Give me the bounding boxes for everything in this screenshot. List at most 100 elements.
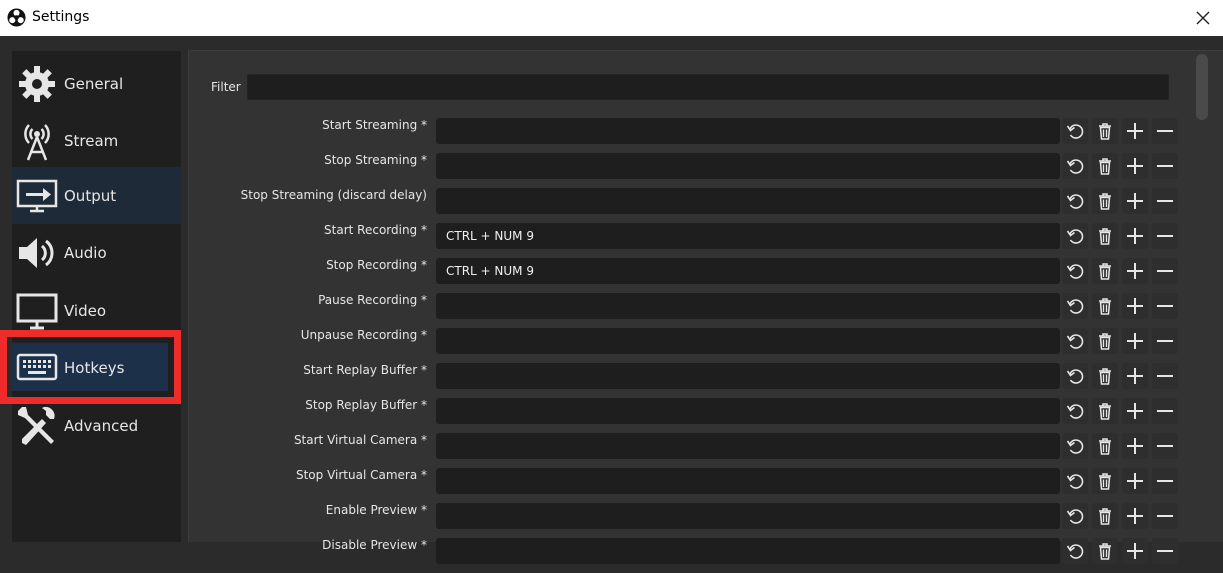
output-icon — [16, 179, 58, 213]
hotkey-label: Stop Streaming * — [324, 153, 427, 167]
clear-button[interactable] — [1092, 188, 1118, 214]
trash-icon — [1099, 473, 1111, 490]
remove-button[interactable] — [1152, 328, 1178, 354]
revert-button[interactable] — [1062, 503, 1088, 529]
add-button[interactable] — [1122, 328, 1148, 354]
add-button[interactable] — [1122, 153, 1148, 179]
sidebar-item-stream[interactable]: Stream — [12, 112, 181, 169]
remove-button[interactable] — [1152, 468, 1178, 494]
hotkey-input[interactable] — [436, 468, 1060, 494]
revert-icon — [1066, 229, 1084, 244]
revert-button[interactable] — [1062, 363, 1088, 389]
plus-icon — [1127, 158, 1143, 174]
sidebar-item-label: Output — [64, 187, 117, 205]
hotkey-label: Stop Recording * — [326, 258, 427, 272]
plus-icon — [1127, 228, 1143, 244]
remove-button[interactable] — [1152, 503, 1178, 529]
add-button[interactable] — [1122, 258, 1148, 284]
sidebar-item-label: Stream — [64, 132, 119, 150]
revert-button[interactable] — [1062, 468, 1088, 494]
revert-button[interactable] — [1062, 398, 1088, 424]
sidebar-item-audio[interactable]: Audio — [12, 224, 181, 281]
hotkey-label: Stop Replay Buffer * — [305, 398, 427, 412]
trash-icon — [1099, 543, 1111, 560]
minus-icon — [1157, 410, 1173, 412]
hotkey-input[interactable] — [436, 398, 1060, 424]
hotkey-input[interactable] — [436, 153, 1060, 179]
remove-button[interactable] — [1152, 188, 1178, 214]
remove-button[interactable] — [1152, 118, 1178, 144]
sidebar-item-label: Video — [64, 302, 107, 320]
trash-icon — [1099, 158, 1111, 175]
clear-button[interactable] — [1092, 258, 1118, 284]
sidebar-item-advanced[interactable]: Advanced — [12, 397, 181, 454]
remove-button[interactable] — [1152, 363, 1178, 389]
sidebar-item-general[interactable]: General — [12, 55, 181, 112]
plus-icon — [1127, 123, 1143, 139]
hotkey-input[interactable]: CTRL + NUM 9 — [436, 258, 1060, 284]
clear-button[interactable] — [1092, 398, 1118, 424]
remove-button[interactable] — [1152, 433, 1178, 459]
revert-button[interactable] — [1062, 258, 1088, 284]
hotkey-row: Stop Streaming * — [188, 153, 1188, 188]
hotkey-input[interactable] — [436, 118, 1060, 144]
antenna-icon — [24, 124, 50, 161]
revert-button[interactable] — [1062, 153, 1088, 179]
revert-button[interactable] — [1062, 223, 1088, 249]
remove-button[interactable] — [1152, 293, 1178, 319]
add-button[interactable] — [1122, 118, 1148, 144]
hotkey-input[interactable] — [436, 433, 1060, 459]
hotkey-label: Start Replay Buffer * — [303, 363, 427, 377]
hotkey-row: Start Replay Buffer * — [188, 363, 1188, 398]
hotkey-label: Disable Preview * — [322, 538, 427, 552]
clear-button[interactable] — [1092, 223, 1118, 249]
hotkey-label: Unpause Recording * — [300, 328, 427, 342]
remove-button[interactable] — [1152, 258, 1178, 284]
scrollbar[interactable] — [1194, 52, 1210, 542]
clear-button[interactable] — [1092, 328, 1118, 354]
revert-button[interactable] — [1062, 433, 1088, 459]
clear-button[interactable] — [1092, 293, 1118, 319]
revert-button[interactable] — [1062, 188, 1088, 214]
minus-icon — [1157, 305, 1173, 307]
hotkey-input[interactable] — [436, 328, 1060, 354]
add-button[interactable] — [1122, 468, 1148, 494]
revert-icon — [1066, 194, 1084, 209]
add-button[interactable] — [1122, 188, 1148, 214]
remove-button[interactable] — [1152, 153, 1178, 179]
title-bar: Settings — [0, 0, 1223, 36]
add-button[interactable] — [1122, 503, 1148, 529]
add-button[interactable] — [1122, 223, 1148, 249]
add-button[interactable] — [1122, 293, 1148, 319]
clear-button[interactable] — [1092, 468, 1118, 494]
hotkey-label: Start Virtual Camera * — [293, 433, 427, 447]
scrollbar-thumb[interactable] — [1196, 54, 1208, 120]
clear-button[interactable] — [1092, 153, 1118, 179]
revert-button[interactable] — [1062, 328, 1088, 354]
filter-input[interactable] — [247, 74, 1169, 100]
clear-button[interactable] — [1092, 433, 1118, 459]
hotkey-input[interactable] — [436, 293, 1060, 319]
add-button[interactable] — [1122, 433, 1148, 459]
sidebar-item-output[interactable]: Output — [12, 167, 181, 224]
hotkey-input[interactable] — [436, 503, 1060, 529]
add-button[interactable] — [1122, 363, 1148, 389]
clear-button[interactable] — [1092, 118, 1118, 144]
remove-button[interactable] — [1152, 398, 1178, 424]
revert-icon — [1066, 404, 1084, 419]
remove-button[interactable] — [1152, 223, 1178, 249]
hotkey-input[interactable]: CTRL + NUM 9 — [436, 223, 1060, 249]
hotkey-input[interactable] — [436, 188, 1060, 214]
clear-button[interactable] — [1092, 503, 1118, 529]
revert-icon — [1066, 334, 1084, 349]
clear-button[interactable] — [1092, 363, 1118, 389]
close-icon[interactable] — [1190, 5, 1216, 31]
revert-button[interactable] — [1062, 118, 1088, 144]
revert-button[interactable] — [1062, 293, 1088, 319]
trash-icon — [1099, 368, 1111, 385]
minus-icon — [1157, 200, 1173, 202]
hotkey-input[interactable] — [436, 363, 1060, 389]
add-button[interactable] — [1122, 398, 1148, 424]
hotkey-row: Stop Recording * CTRL + NUM 9 — [188, 258, 1188, 293]
hotkey-label: Start Streaming * — [322, 118, 427, 132]
